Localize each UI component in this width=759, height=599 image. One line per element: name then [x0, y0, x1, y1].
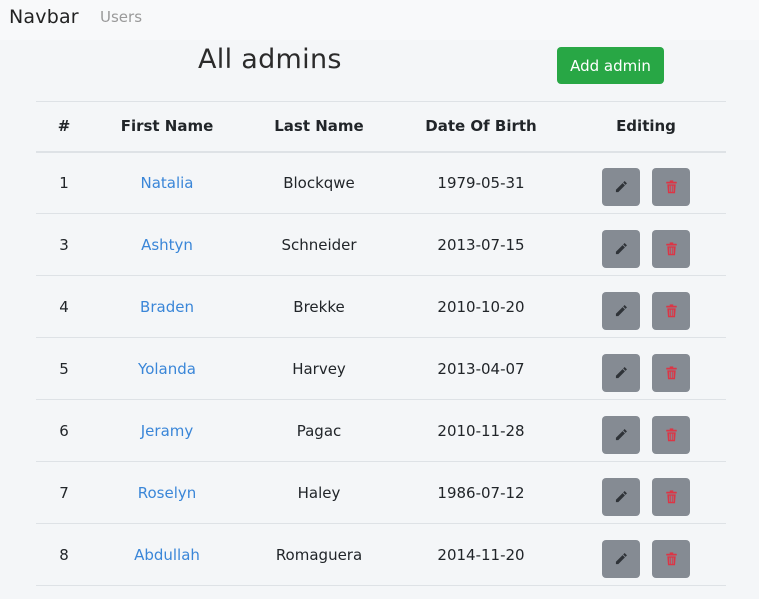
edit-button[interactable]: [602, 229, 640, 268]
trash-icon: [665, 365, 678, 380]
pencil-icon: [614, 304, 628, 318]
row-action-group: [566, 532, 726, 578]
header-last-name: Last Name: [274, 117, 364, 136]
row-first-name-cell: Yolanda: [92, 338, 242, 400]
row-actions: [566, 338, 726, 400]
row-last-name: Pagac: [296, 421, 342, 440]
row-first-name-cell: Natalia: [92, 152, 242, 214]
row-actions: [566, 524, 726, 586]
edit-button[interactable]: [602, 415, 640, 454]
trash-icon: [665, 427, 678, 442]
table-row: 6 Jeramy Pagac 2010-11-28: [36, 400, 726, 462]
edit-button[interactable]: [602, 167, 640, 206]
table-row: 5 Yolanda Harvey 2013-04-07: [36, 338, 726, 400]
row-date-of-birth: 2013-04-07: [437, 359, 525, 378]
row-id: 7: [59, 483, 69, 502]
trash-icon: [665, 180, 678, 194]
pencil-icon: [614, 366, 628, 380]
add-admin-button[interactable]: Add admin: [557, 47, 664, 84]
row-action-group: [566, 222, 726, 268]
pencil-icon: [614, 490, 628, 504]
pencil-icon: [614, 428, 628, 442]
first-name-link[interactable]: Yolanda: [138, 360, 196, 378]
table-row: 7 Roselyn Haley 1986-07-12: [36, 462, 726, 524]
row-action-group: [566, 284, 726, 330]
row-id: 8: [59, 545, 69, 564]
row-actions: [566, 276, 726, 338]
row-last-name: Romaguera: [275, 545, 363, 564]
first-name-link[interactable]: Jeramy: [141, 422, 194, 440]
row-action-group: [566, 408, 726, 454]
row-first-name-cell: Ashtyn: [92, 214, 242, 276]
navbar: Navbar Users: [0, 0, 759, 40]
header-number: #: [57, 117, 71, 136]
row-id: 4: [59, 297, 69, 316]
row-action-group: [566, 470, 726, 516]
delete-button[interactable]: [652, 229, 690, 268]
row-action-group: [566, 160, 726, 206]
row-date-of-birth: 2014-11-20: [437, 545, 525, 564]
table-row: 8 Abdullah Romaguera 2014-11-20: [36, 524, 726, 586]
pencil-icon: [614, 180, 628, 194]
delete-button[interactable]: [652, 539, 690, 578]
table-body: 1 Natalia Blockqwe 1979-05-31 3 Ashtyn Schneid…: [36, 152, 726, 586]
page-title: All admins: [198, 44, 342, 75]
delete-button[interactable]: [652, 477, 690, 516]
row-last-name: Haley: [297, 483, 341, 502]
table-header: # First Name Last Name Date Of Birth Edi…: [36, 101, 726, 152]
row-id: 5: [59, 359, 69, 378]
pencil-icon: [614, 552, 628, 566]
admins-table: # First Name Last Name Date Of Birth Edi…: [36, 101, 726, 586]
row-first-name-cell: Abdullah: [92, 524, 242, 586]
row-last-name: Brekke: [293, 297, 345, 316]
row-actions: [566, 214, 726, 276]
row-date-of-birth: 2010-10-20: [437, 297, 525, 316]
first-name-link[interactable]: Natalia: [140, 174, 193, 192]
row-actions: [566, 462, 726, 524]
first-name-link[interactable]: Abdullah: [134, 546, 200, 564]
row-id: 3: [59, 235, 69, 254]
trash-icon: [665, 303, 678, 318]
edit-button[interactable]: [602, 291, 640, 330]
header-editing: Editing: [616, 117, 676, 136]
navbar-brand[interactable]: Navbar: [9, 6, 79, 28]
edit-button[interactable]: [602, 477, 640, 516]
row-date-of-birth: 1986-07-12: [437, 483, 525, 502]
row-date-of-birth: 2010-11-28: [437, 421, 525, 440]
row-last-name: Schneider: [281, 235, 357, 254]
row-id: 6: [59, 421, 69, 440]
header-row: # First Name Last Name Date Of Birth Edi…: [36, 101, 726, 152]
first-name-link[interactable]: Ashtyn: [141, 236, 193, 254]
row-date-of-birth: 2013-07-15: [437, 235, 525, 254]
trash-icon: [665, 551, 678, 566]
nav-link-users[interactable]: Users: [100, 8, 142, 26]
edit-button[interactable]: [602, 353, 640, 392]
edit-button[interactable]: [602, 539, 640, 578]
delete-button[interactable]: [652, 291, 690, 330]
trash-icon: [665, 489, 678, 504]
row-last-name: Harvey: [292, 359, 346, 378]
row-actions: [566, 400, 726, 462]
row-first-name-cell: Roselyn: [92, 462, 242, 524]
table-row: 1 Natalia Blockqwe 1979-05-31: [36, 152, 726, 214]
row-last-name: Blockqwe: [283, 173, 355, 192]
header-first-name: First Name: [120, 117, 214, 136]
delete-button[interactable]: [652, 353, 690, 392]
row-first-name-cell: Braden: [92, 276, 242, 338]
delete-button[interactable]: [652, 415, 690, 454]
row-first-name-cell: Jeramy: [92, 400, 242, 462]
pencil-icon: [614, 242, 628, 256]
row-id: 1: [59, 173, 69, 192]
delete-button[interactable]: [652, 167, 690, 206]
header-date-of-birth: Date Of Birth: [425, 117, 537, 136]
table-row: 3 Ashtyn Schneider 2013-07-15: [36, 214, 726, 276]
first-name-link[interactable]: Braden: [140, 298, 194, 316]
row-actions: [566, 152, 726, 214]
trash-icon: [665, 241, 678, 256]
first-name-link[interactable]: Roselyn: [138, 484, 197, 502]
row-date-of-birth: 1979-05-31: [437, 173, 525, 192]
table-row: 4 Braden Brekke 2010-10-20: [36, 276, 726, 338]
row-action-group: [566, 346, 726, 392]
